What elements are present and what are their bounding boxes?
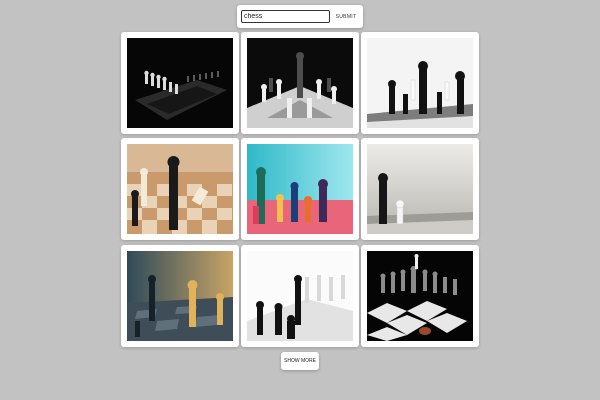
gallery-card[interactable] [241, 138, 359, 240]
gallery-card[interactable] [241, 32, 359, 134]
submit-button[interactable]: SUBMIT [333, 10, 359, 23]
gallery-image [367, 144, 473, 234]
gallery-image [247, 38, 353, 128]
gallery-card[interactable] [121, 138, 239, 240]
gallery-card[interactable] [361, 32, 479, 134]
gallery-image [367, 251, 473, 341]
gallery-image [127, 38, 233, 128]
gallery-image [247, 144, 353, 234]
gallery-card[interactable] [361, 245, 479, 347]
show-more-button[interactable]: SHOW MORE [281, 352, 319, 370]
gallery-card[interactable] [121, 245, 239, 347]
search-input[interactable] [241, 10, 330, 23]
gallery-image [127, 144, 233, 234]
gallery-image [127, 251, 233, 341]
gallery-card[interactable] [361, 138, 479, 240]
gallery-image [247, 251, 353, 341]
search-panel: SUBMIT [237, 5, 363, 28]
gallery-card[interactable] [121, 32, 239, 134]
gallery-image [367, 38, 473, 128]
gallery-card[interactable] [241, 245, 359, 347]
